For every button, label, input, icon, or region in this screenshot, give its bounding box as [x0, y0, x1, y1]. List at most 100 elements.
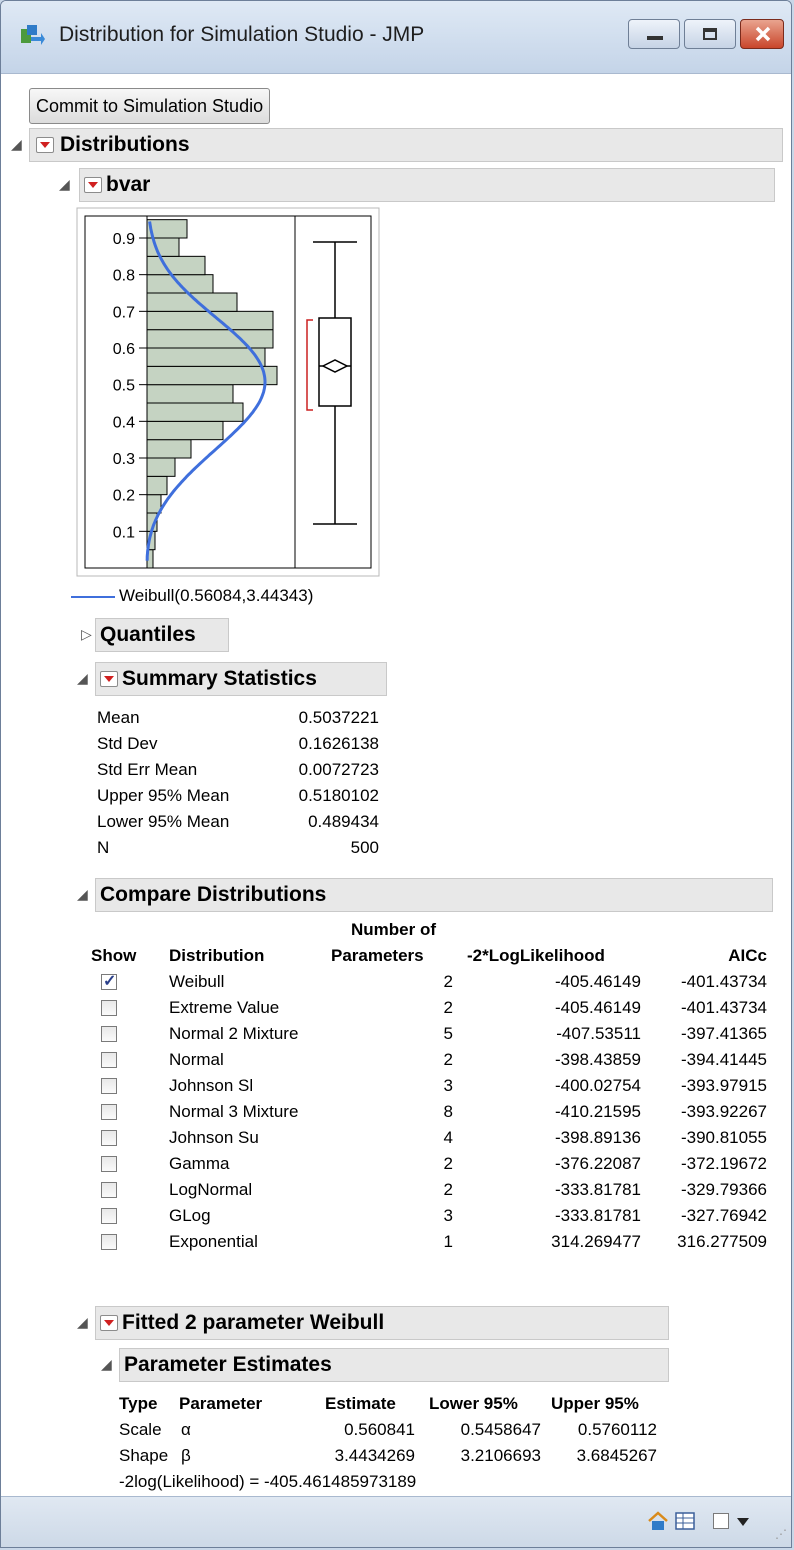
- distributions-red-triangle-menu[interactable]: [36, 137, 54, 153]
- jmp-window: Distribution for Simulation Studio - JMP…: [0, 0, 792, 1548]
- distributions-outline-header[interactable]: Distributions: [29, 128, 783, 162]
- y-tick-label: 0.7: [113, 304, 135, 321]
- show-weibull-checkbox[interactable]: [101, 971, 117, 991]
- show-glog-checkbox[interactable]: [101, 1208, 117, 1224]
- show-normal-3-mixture-checkbox[interactable]: [101, 1104, 117, 1120]
- commit-to-simulation-studio-button[interactable]: Commit to Simulation Studio: [29, 88, 271, 124]
- distribution-params: 4: [443, 1128, 453, 1147]
- distribution-aicc: -390.81055: [680, 1128, 767, 1147]
- distribution-name: Gamma: [169, 1154, 230, 1173]
- show-normal-checkbox[interactable]: [101, 1052, 117, 1068]
- distributions-title: Distributions: [60, 133, 190, 156]
- show-johnson-sl-checkbox[interactable]: [101, 1078, 117, 1094]
- distribution-name: Johnson Su: [169, 1128, 259, 1147]
- quantiles-disclosure-icon[interactable]: ▷: [81, 626, 92, 643]
- distribution-params: 1: [443, 1232, 453, 1251]
- estimate-value: 3.4434269: [334, 1446, 415, 1465]
- col-header-show: Show: [91, 946, 137, 965]
- compare-distributions-disclosure-icon[interactable]: ◢: [77, 886, 88, 903]
- stat-value: 0.1626138: [298, 734, 379, 753]
- bvar-red-triangle-menu[interactable]: [84, 177, 102, 193]
- distribution-loglik: -333.81781: [554, 1180, 641, 1199]
- loglikelihood-line: -2log(Likelihood) = -405.461485973189: [119, 1472, 417, 1491]
- distribution-aicc: -401.43734: [680, 998, 767, 1017]
- quantiles-title: Quantiles: [100, 623, 196, 646]
- home-icon[interactable]: [647, 1511, 669, 1531]
- distribution-params: 2: [443, 972, 453, 991]
- distribution-params: 2: [443, 1180, 453, 1199]
- estimate-param: α: [181, 1420, 191, 1439]
- window-list-checkbox-icon[interactable]: [713, 1513, 729, 1529]
- distribution-loglik: -398.43859: [554, 1050, 641, 1069]
- show-johnson-su-checkbox[interactable]: [101, 1130, 117, 1146]
- stat-value: 0.5180102: [298, 786, 379, 805]
- estimate-param: β: [181, 1446, 191, 1465]
- distribution-aicc: -329.79366: [680, 1180, 767, 1199]
- estimate-type: Scale: [119, 1420, 162, 1439]
- compare-distributions-outline-header[interactable]: Compare Distributions: [95, 878, 773, 912]
- estimate-lower: 3.2106693: [460, 1446, 541, 1465]
- show-normal-2-mixture-checkbox[interactable]: [101, 1026, 117, 1042]
- quantiles-outline-header[interactable]: Quantiles: [95, 618, 229, 652]
- title-bar[interactable]: Distribution for Simulation Studio - JMP: [1, 1, 791, 74]
- col-header-distribution: Distribution: [169, 946, 265, 965]
- stat-value: 500: [350, 838, 379, 857]
- summary-statistics-disclosure-icon[interactable]: ◢: [77, 670, 88, 687]
- histogram-bar: [146, 457, 176, 477]
- minimize-button[interactable]: [628, 19, 680, 49]
- distribution-aicc: -327.76942: [680, 1206, 767, 1225]
- stat-label: Mean: [97, 708, 140, 727]
- parameter-estimates-disclosure-icon[interactable]: ◢: [101, 1356, 112, 1373]
- estimate-value: 0.560841: [344, 1420, 415, 1439]
- distribution-loglik: -405.46149: [554, 998, 641, 1017]
- close-button[interactable]: [740, 19, 784, 49]
- maximize-icon: [703, 28, 717, 40]
- col-header-lower-95: Lower 95%: [429, 1394, 518, 1413]
- data-table-icon[interactable]: [675, 1511, 697, 1531]
- weibull-legend-line: [71, 596, 115, 598]
- distributions-disclosure-icon[interactable]: ◢: [11, 136, 22, 153]
- parameter-estimates-outline-header[interactable]: Parameter Estimates: [119, 1348, 669, 1382]
- resize-grip-icon[interactable]: ⋰: [775, 1527, 787, 1541]
- estimate-lower: 0.5458647: [460, 1420, 541, 1439]
- distribution-loglik: -400.02754: [554, 1076, 641, 1095]
- bvar-disclosure-icon[interactable]: ◢: [59, 176, 70, 193]
- stat-label: Std Dev: [97, 734, 158, 753]
- close-icon: [755, 26, 771, 42]
- distribution-params: 2: [443, 998, 453, 1017]
- y-tick-label: 0.6: [113, 341, 135, 358]
- show-lognormal-checkbox[interactable]: [101, 1182, 117, 1198]
- col-header-parameter: Parameter: [179, 1394, 263, 1413]
- fitted-weibull-red-triangle-menu[interactable]: [100, 1315, 118, 1331]
- distribution-aicc: -393.97915: [680, 1076, 767, 1095]
- compare-distributions-title: Compare Distributions: [100, 883, 327, 906]
- distribution-name: Weibull: [169, 972, 225, 991]
- distribution-aicc: 316.277509: [677, 1232, 767, 1251]
- distribution-loglik: 314.269477: [551, 1232, 641, 1251]
- jmp-app-icon: [21, 25, 45, 45]
- col-header-type: Type: [119, 1394, 158, 1413]
- distribution-name: Extreme Value: [169, 998, 280, 1017]
- y-tick-label: 0.9: [113, 231, 135, 248]
- histogram-bar: [146, 384, 234, 404]
- maximize-button[interactable]: [684, 19, 736, 49]
- col-header-estimate: Estimate: [325, 1394, 396, 1413]
- stat-label: Std Err Mean: [97, 760, 198, 779]
- histogram-and-box-plot: 0.9 0.8 0.7 0.6 0.5 0.4 0.3 0.2 0.1: [76, 207, 380, 577]
- stat-value: 0.0072723: [298, 760, 379, 779]
- bvar-outline-header[interactable]: bvar: [79, 168, 775, 202]
- histogram-bar: [146, 420, 224, 441]
- show-exponential-checkbox[interactable]: [101, 1234, 117, 1250]
- report-content: Commit to Simulation Studio Distribution…: [1, 74, 791, 1497]
- show-extreme-value-checkbox[interactable]: [101, 1000, 117, 1016]
- distribution-name: Normal: [169, 1050, 224, 1069]
- fitted-weibull-disclosure-icon[interactable]: ◢: [77, 1314, 88, 1331]
- histogram-bar: [146, 255, 206, 276]
- summary-statistics-outline-header[interactable]: Summary Statistics: [95, 662, 387, 696]
- histogram-bar: [146, 347, 266, 367]
- fitted-weibull-outline-header[interactable]: Fitted 2 parameter Weibull: [95, 1306, 669, 1340]
- y-tick-label: 0.2: [113, 488, 135, 505]
- show-gamma-checkbox[interactable]: [101, 1156, 117, 1172]
- summary-statistics-red-triangle-menu[interactable]: [100, 671, 118, 687]
- dropdown-arrow-icon[interactable]: [737, 1518, 749, 1526]
